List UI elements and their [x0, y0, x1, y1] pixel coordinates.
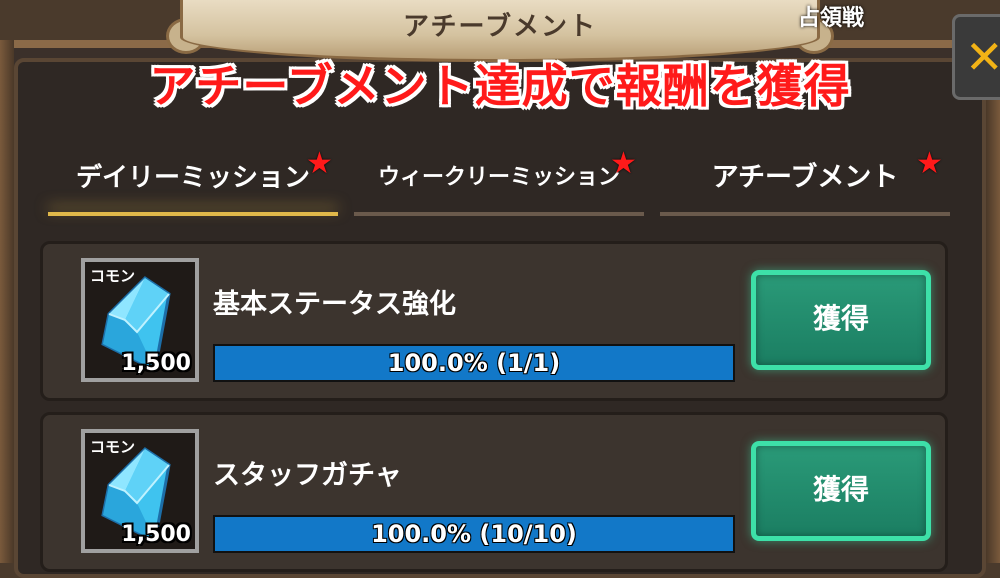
tab-underline — [660, 212, 950, 216]
progress-bar: 100.0% (10/10) — [213, 515, 735, 553]
tab-underline — [48, 212, 338, 216]
rarity-label: コモン — [90, 267, 136, 285]
claim-button[interactable]: 獲得 — [751, 270, 931, 370]
reward-item[interactable]: コモン 1,500 — [81, 429, 199, 553]
tab-label: ウィークリーミッション — [377, 165, 620, 190]
star-icon: ★ — [916, 146, 943, 181]
tab-daily-mission[interactable]: デイリーミッション ★ — [48, 146, 338, 216]
mission-title: 基本ステータス強化 — [213, 289, 456, 320]
window-title: アチーブメント — [403, 12, 597, 42]
frame-left-edge — [0, 40, 14, 563]
tab-weekly-mission[interactable]: ウィークリーミッション ★ — [354, 146, 644, 216]
top-right-label: 占領戦 — [798, 6, 865, 31]
frame-right-edge — [986, 40, 1000, 563]
mission-card: コモン 1,500 スタッフガチャ 100.0% (10/10) 獲得 — [40, 412, 948, 572]
mission-title: スタッフガチャ — [213, 460, 402, 491]
tab-label: デイリーミッション — [75, 163, 310, 193]
tab-underline — [354, 212, 644, 216]
rarity-label: コモン — [90, 438, 136, 456]
tab-achievement[interactable]: アチーブメント ★ — [660, 146, 950, 216]
claim-button[interactable]: 獲得 — [751, 441, 931, 541]
progress-bar: 100.0% (1/1) — [213, 344, 735, 382]
mission-card: コモン 1,500 基本ステータス強化 100.0% (1/1) 獲得 — [40, 241, 948, 401]
star-icon: ★ — [306, 146, 333, 181]
progress-text: 100.0% (10/10) — [371, 520, 577, 548]
reward-quantity: 1,500 — [121, 351, 191, 376]
reward-quantity: 1,500 — [121, 522, 191, 547]
reward-item[interactable]: コモン 1,500 — [81, 258, 199, 382]
star-icon: ★ — [610, 146, 637, 181]
progress-text: 100.0% (1/1) — [387, 349, 561, 377]
headline-caption: アチーブメント達成で報酬を獲得 — [149, 59, 851, 113]
tab-label: アチーブメント — [711, 162, 899, 193]
